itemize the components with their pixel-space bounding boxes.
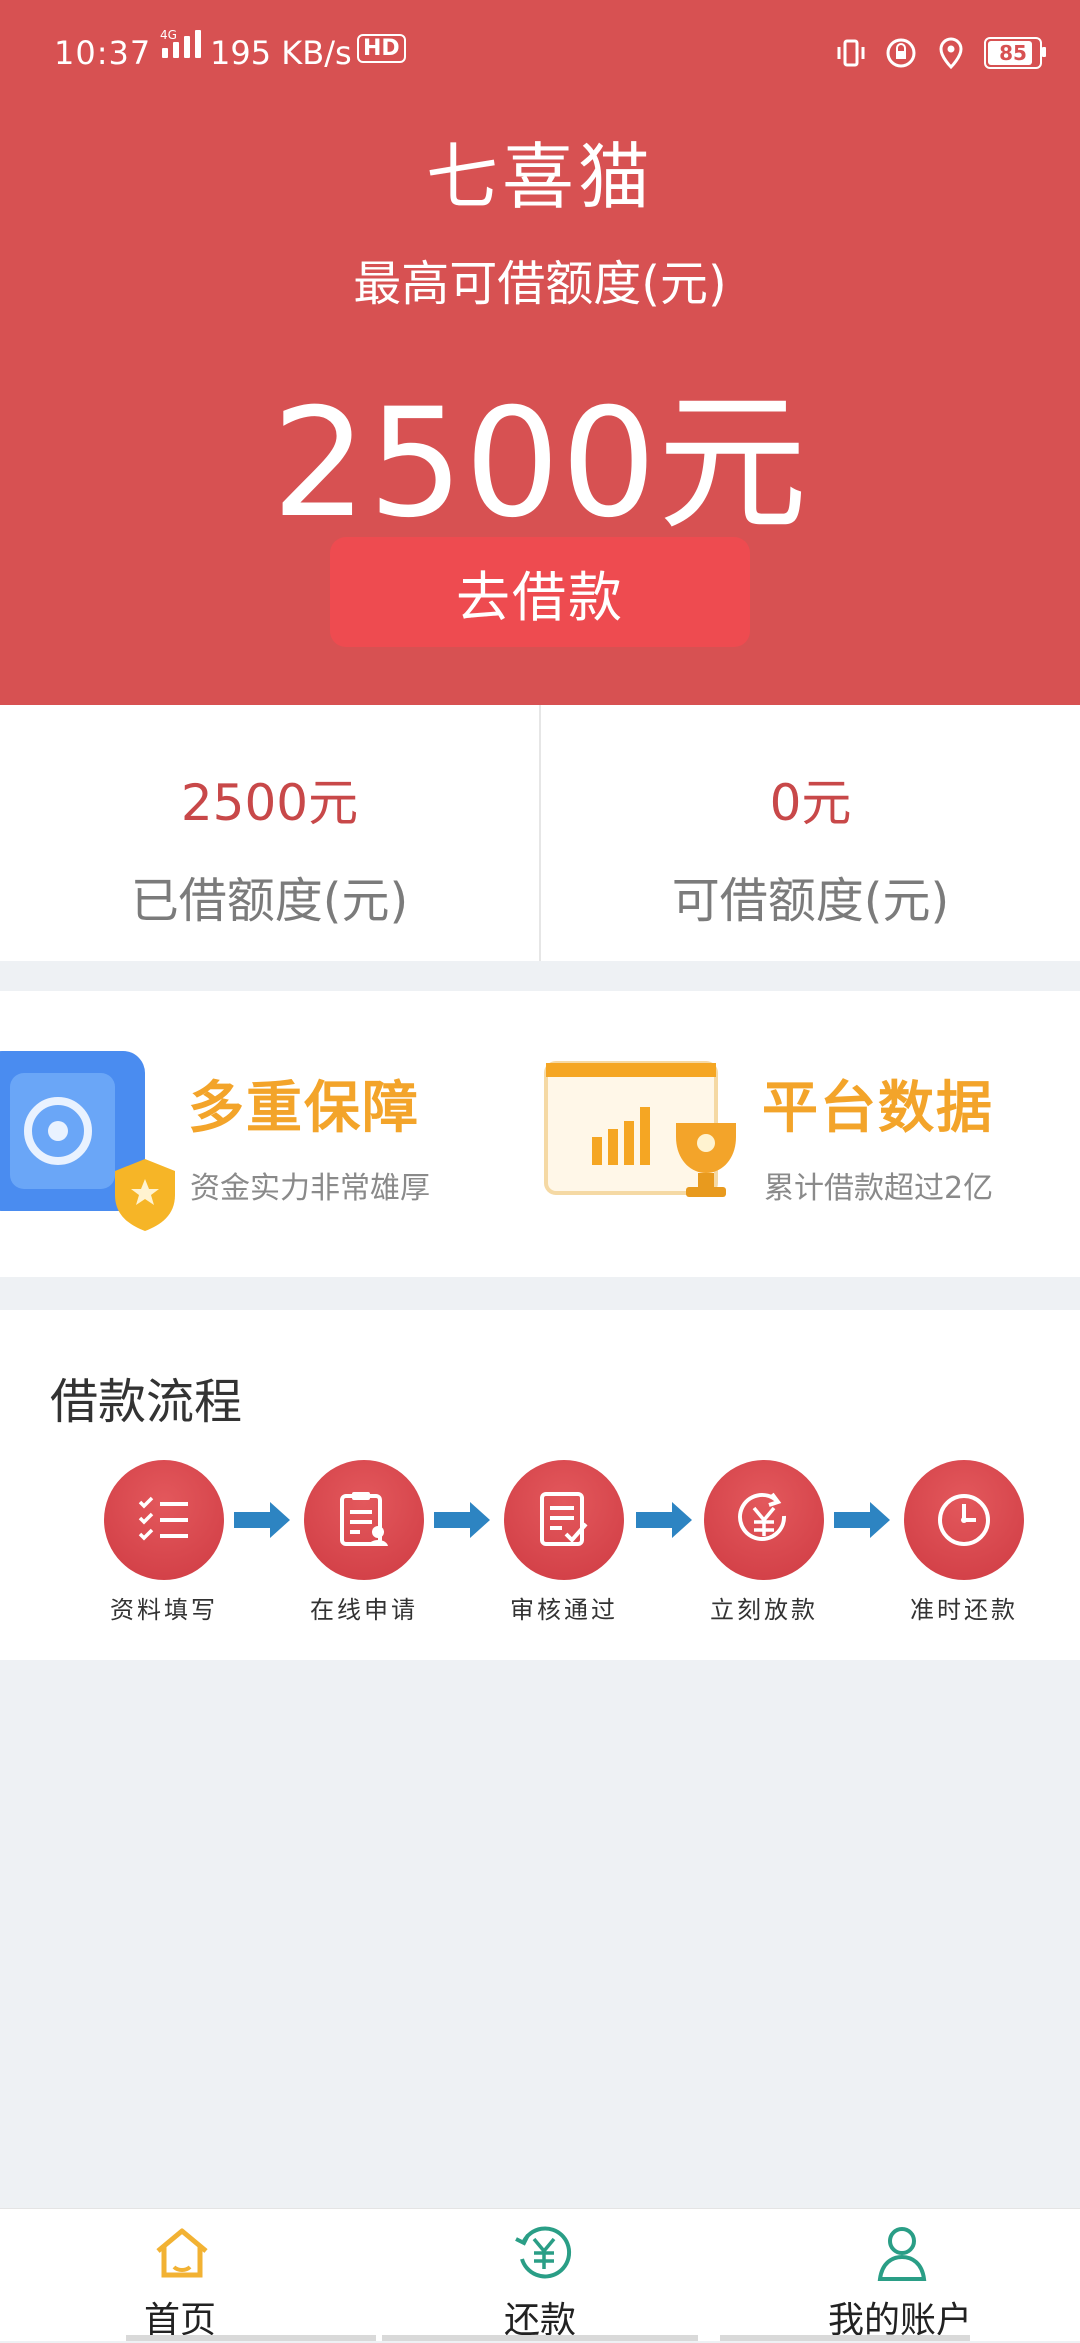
tab-my-account[interactable]: 我的账户	[720, 2209, 1080, 2341]
step-label: 立刻放款	[710, 1596, 818, 1624]
step-apply-online: 在线申请	[284, 1460, 444, 1625]
status-time: 10:37	[54, 34, 152, 72]
clipboard-icon	[340, 1492, 388, 1546]
repay-yen-icon	[515, 2226, 572, 2279]
battery-icon: 85	[984, 37, 1046, 69]
loan-process-section: 借款流程 资料填写 在线申请 审核通过 立刻放款 准时还款	[0, 1310, 1080, 1660]
feature-guarantee: 多重保障 资金实力非常雄厚	[0, 991, 540, 1277]
step-label: 准时还款	[910, 1596, 1018, 1624]
borrowed-amount-value: 2500元	[180, 774, 359, 832]
arrow-right-icon	[434, 1502, 490, 1538]
feature-platform-title: 平台数据	[762, 1076, 994, 1141]
feature-platform-subtitle: 累计借款超过2亿	[764, 1171, 994, 1206]
step-repay-on-time: 准时还款	[884, 1460, 1044, 1625]
max-limit-amount: 2500元	[271, 377, 809, 551]
borrowed-amount-stat: 2500元 已借额度(元)	[0, 705, 539, 961]
feature-guarantee-subtitle: 资金实力非常雄厚	[190, 1171, 430, 1206]
home-icon	[156, 2228, 208, 2278]
user-icon	[877, 2227, 927, 2281]
credit-stats: 2500元 已借额度(元) 0元 可借额度(元)	[0, 705, 1080, 961]
step-review-passed: 审核通过	[484, 1460, 644, 1625]
status-bar: 10:37 4G 195 KB/s HD 85	[0, 0, 1080, 110]
max-limit-label: 最高可借额度(元)	[353, 256, 727, 312]
status-icons: 85	[834, 36, 1046, 70]
safe-icon	[0, 1051, 175, 1231]
available-amount-label: 可借额度(元)	[671, 873, 950, 929]
step-label: 审核通过	[510, 1596, 618, 1624]
trophy-chart-icon	[544, 1061, 736, 1197]
step-label: 在线申请	[310, 1596, 418, 1624]
arrow-right-icon	[234, 1502, 290, 1538]
process-title: 借款流程	[50, 1374, 243, 1430]
network-speed: 195 KB/s	[210, 34, 352, 72]
clock-icon	[938, 1494, 990, 1546]
yen-refresh-icon	[738, 1492, 787, 1541]
available-amount-value: 0元	[769, 774, 852, 832]
hd-icon: HD	[357, 34, 406, 63]
vibrate-icon	[834, 36, 868, 70]
checklist-icon	[138, 1496, 188, 1541]
network-type: 4G	[160, 28, 177, 42]
document-check-icon	[540, 1492, 588, 1546]
feature-platform-data: 平台数据 累计借款超过2亿	[540, 991, 1080, 1277]
signal-icon: 4G	[160, 28, 201, 58]
step-label: 资料填写	[110, 1596, 218, 1624]
borrowed-amount-label: 已借额度(元)	[130, 873, 409, 929]
step-instant-payout: 立刻放款	[684, 1460, 844, 1625]
tab-repay[interactable]: 还款	[360, 2209, 720, 2341]
feature-guarantee-title: 多重保障	[188, 1076, 420, 1141]
bottom-tab-bar: 首页 还款 我的账户	[0, 2208, 1080, 2341]
location-icon	[934, 36, 968, 70]
rotation-lock-icon	[884, 36, 918, 70]
header-banner: 10:37 4G 195 KB/s HD 85 七喜猫 最高可借额度(元) 25…	[0, 0, 1080, 705]
tab-home[interactable]: 首页	[0, 2209, 376, 2341]
step-fill-info: 资料填写	[84, 1460, 244, 1625]
app-title: 七喜猫	[425, 135, 654, 219]
available-amount-stat: 0元 可借额度(元)	[539, 705, 1080, 961]
borrow-button[interactable]: 去借款	[330, 537, 750, 647]
battery-level: 85	[999, 41, 1027, 65]
features-banner: 多重保障 资金实力非常雄厚 平台数据 累计借款超过2亿	[0, 991, 1080, 1277]
arrow-right-icon	[834, 1502, 890, 1538]
